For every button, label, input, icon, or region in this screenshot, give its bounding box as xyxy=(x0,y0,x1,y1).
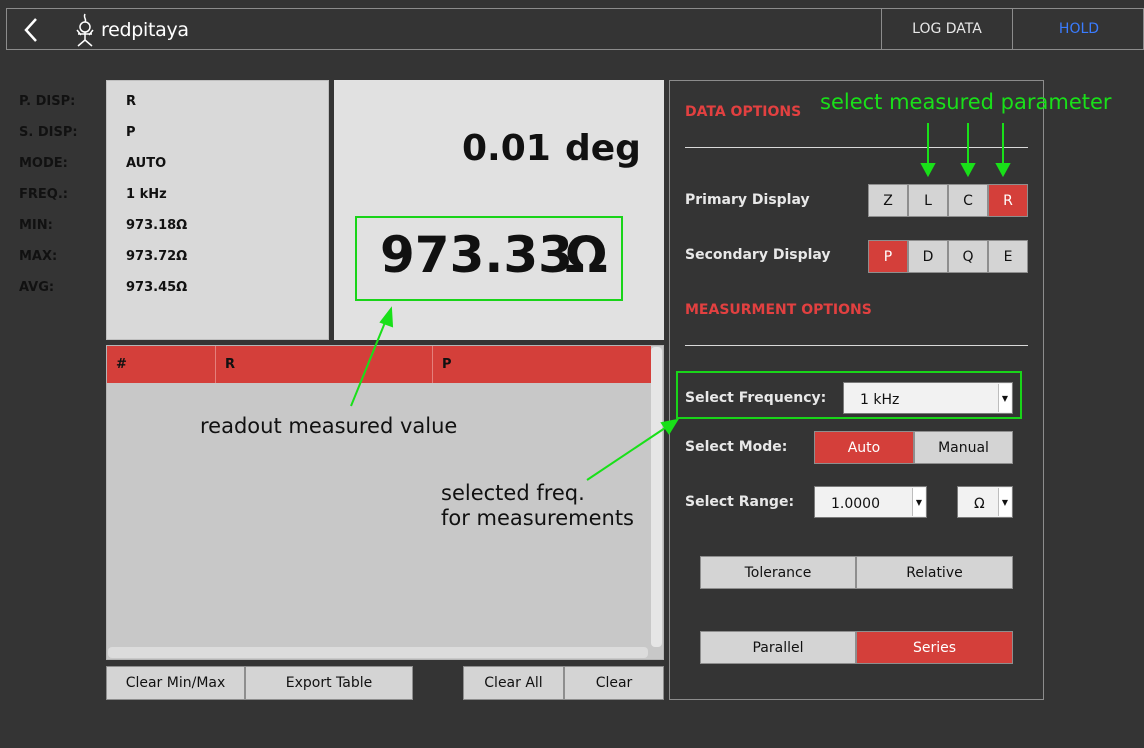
chevron-down-icon: ▼ xyxy=(912,488,925,516)
primary-option-z[interactable]: Z xyxy=(868,184,908,217)
primary-option-c[interactable]: C xyxy=(948,184,988,217)
data-options-title: DATA OPTIONS xyxy=(685,104,802,120)
table-horizontal-scrollbar[interactable] xyxy=(108,647,648,658)
table-vertical-scrollbar[interactable] xyxy=(651,347,662,647)
info-value: 973.45Ω xyxy=(126,280,188,295)
back-icon[interactable] xyxy=(17,15,47,45)
info-row-max: MAX: 973.72Ω xyxy=(19,249,216,264)
primary-readout-unit: Ω xyxy=(565,226,608,284)
primary-option-l[interactable]: L xyxy=(908,184,948,217)
info-value: AUTO xyxy=(126,156,167,171)
divider xyxy=(685,147,1028,148)
redpitaya-logo-icon xyxy=(76,13,94,47)
column-header-index[interactable]: # xyxy=(107,346,216,383)
measurement-info-panel xyxy=(106,80,329,340)
info-row-avg: AVG: 973.45Ω xyxy=(19,280,216,295)
column-header-p[interactable]: P xyxy=(433,346,651,383)
range-unit-select[interactable]: Ω ▼ xyxy=(957,486,1013,518)
clear-min-max-button[interactable]: Clear Min/Max xyxy=(106,666,245,700)
range-select[interactable]: 1.0000 ▼ xyxy=(814,486,927,518)
secondary-display-label: Secondary Display xyxy=(685,247,831,263)
tolerance-button[interactable]: Tolerance xyxy=(700,556,856,589)
parallel-button[interactable]: Parallel xyxy=(700,631,856,664)
range-label: Select Range: xyxy=(685,494,795,510)
info-value: 973.72Ω xyxy=(126,249,188,264)
info-key: MODE: xyxy=(19,156,68,171)
info-value: 973.18Ω xyxy=(126,218,188,233)
frequency-label: Select Frequency: xyxy=(685,390,827,406)
log-data-button[interactable]: LOG DATA xyxy=(881,9,1012,49)
hold-button[interactable]: HOLD xyxy=(1012,9,1144,49)
column-header-r[interactable]: R xyxy=(216,346,433,383)
primary-option-r[interactable]: R xyxy=(988,184,1028,217)
mode-label: Select Mode: xyxy=(685,439,788,455)
info-row-secondary-display: S. DISP: P xyxy=(19,125,216,140)
info-key: S. DISP: xyxy=(19,125,78,140)
range-select-value: 1.0000 xyxy=(831,496,880,512)
info-value: P xyxy=(126,125,136,140)
info-value: 1 kHz xyxy=(126,187,167,202)
info-row-mode: MODE: AUTO xyxy=(19,156,216,171)
secondary-option-d[interactable]: D xyxy=(908,240,948,273)
brand-name: redpitaya xyxy=(101,19,189,41)
series-button[interactable]: Series xyxy=(856,631,1013,664)
secondary-readout-unit: deg xyxy=(565,128,641,169)
chevron-down-icon: ▼ xyxy=(998,384,1011,412)
mode-manual-button[interactable]: Manual xyxy=(914,431,1013,464)
divider xyxy=(685,345,1028,346)
clear-button[interactable]: Clear xyxy=(564,666,664,700)
measurement-options-title: MEASURMENT OPTIONS xyxy=(685,302,872,318)
secondary-option-q[interactable]: Q xyxy=(948,240,988,273)
clear-all-button[interactable]: Clear All xyxy=(463,666,564,700)
chevron-down-icon: ▼ xyxy=(998,488,1011,516)
info-row-frequency: FREQ.: 1 kHz xyxy=(19,187,216,202)
primary-display-label: Primary Display xyxy=(685,192,810,208)
frequency-select[interactable]: 1 kHz ▼ xyxy=(843,382,1013,414)
primary-readout-value: 973.33 xyxy=(380,226,573,284)
annotation-readout: readout measured value xyxy=(200,414,458,438)
info-key: FREQ.: xyxy=(19,187,68,202)
readout-display xyxy=(334,80,664,340)
range-unit-value: Ω xyxy=(974,496,985,512)
secondary-option-p[interactable]: P xyxy=(868,240,908,273)
annotation-frequency-line-1: selected freq. xyxy=(441,481,585,505)
info-key: P. DISP: xyxy=(19,94,76,109)
frequency-select-value: 1 kHz xyxy=(860,392,900,408)
info-key: MAX: xyxy=(19,249,58,264)
secondary-readout-value: 0.01 xyxy=(462,128,551,169)
relative-button[interactable]: Relative xyxy=(856,556,1013,589)
top-bar: redpitaya LOG DATA HOLD xyxy=(6,8,1144,50)
table-header: # R P xyxy=(107,346,651,383)
info-key: AVG: xyxy=(19,280,55,295)
secondary-option-e[interactable]: E xyxy=(988,240,1028,273)
mode-auto-button[interactable]: Auto xyxy=(814,431,914,464)
redpitaya-logo: redpitaya xyxy=(73,13,189,47)
export-table-button[interactable]: Export Table xyxy=(245,666,413,700)
info-row-primary-display: P. DISP: R xyxy=(19,94,216,109)
info-key: MIN: xyxy=(19,218,53,233)
info-row-min: MIN: 973.18Ω xyxy=(19,218,216,233)
annotation-frequency-line-2: for measurements xyxy=(441,506,634,530)
annotation-select-parameter: select measured parameter xyxy=(820,90,1112,114)
info-value: R xyxy=(126,94,137,109)
